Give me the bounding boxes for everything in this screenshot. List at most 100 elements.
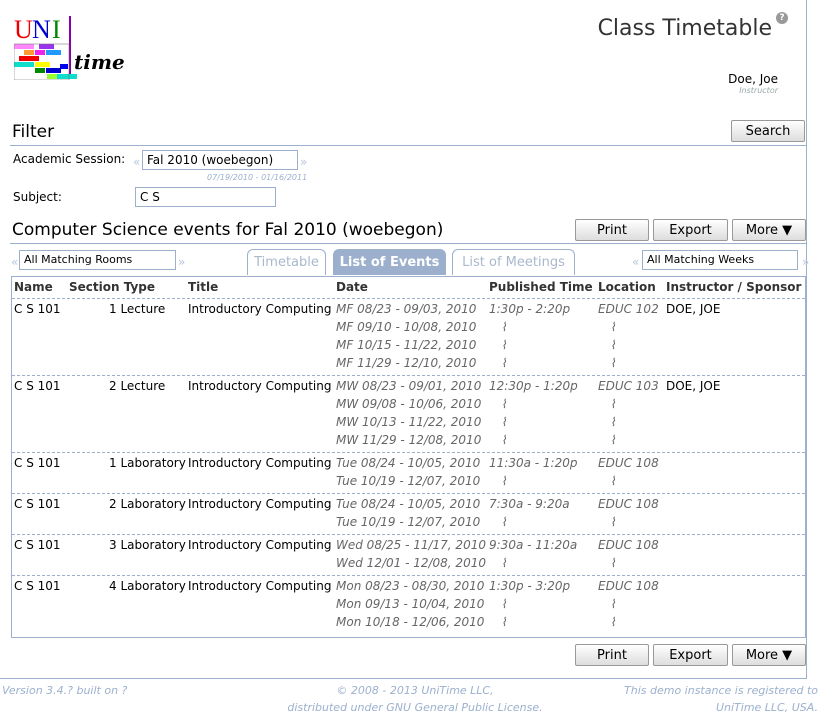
row-name: C S 101 [14,579,61,593]
next-session-icon[interactable]: » [300,155,307,169]
row-date: MF 09/10 - 10/08, 2010 [336,320,477,334]
same-time-icon: ⌇ [501,338,507,352]
row-name: C S 101 [14,497,61,511]
export-button[interactable]: Export [653,219,728,241]
events-table: Name Section Type Title Date Published Time L… [11,276,806,638]
row-title: Introductory Computing [188,456,332,470]
row-instructor: DOE, JOE [666,379,721,393]
session-field[interactable]: Fal 2010 (woebegon) [142,150,298,170]
prev-session-icon[interactable]: « [133,155,140,169]
copyright-line-1: © 2008 - 2013 UniTime LLC, [336,684,494,697]
column-header-section-type: Section Type [69,280,156,294]
row-title: Introductory Computing [188,538,332,552]
column-header-date: Date [336,280,368,294]
row-date: Tue 10/19 - 12/07, 2010 [336,515,481,529]
session-dates: 07/19/2010 - 01/16/2011 [207,173,308,182]
row-location: EDUC 108 [598,497,659,511]
row-date: Mon 09/13 - 10/04, 2010 [336,597,485,611]
row-section-type: 3 Laboratory [109,538,186,552]
tab-timetable[interactable]: Timetable [247,249,326,275]
row-instructor: DOE, JOE [666,302,721,316]
next-room-icon[interactable]: » [178,255,185,269]
row-section-type: 1 Laboratory [109,456,186,470]
page-title: Class Timetable [597,16,772,41]
same-time-icon: ⌇ [501,320,507,334]
row-date: Tue 08/24 - 10/05, 2010 [336,456,481,470]
svg-text:N: N [32,15,51,44]
subject-label: Subject: [13,190,62,204]
row-title: Introductory Computing [188,497,332,511]
row-date: MF 10/15 - 11/22, 2010 [336,338,477,352]
row-location: EDUC 108 [598,538,659,552]
row-name: C S 101 [14,538,61,552]
prev-week-icon[interactable]: « [632,255,639,269]
same-location-icon: ⌇ [610,597,616,611]
row-title: Introductory Computing [188,379,332,393]
column-header-location: Location [598,280,656,294]
print-button-bottom[interactable]: Print [575,644,649,666]
row-date: MW 10/13 - 11/22, 2010 [336,415,482,429]
same-location-icon: ⌇ [610,320,616,334]
more-button-bottom[interactable]: More ▼ [732,644,806,666]
row-date: Wed 08/25 - 11/17, 2010 [336,538,486,552]
row-section-type: 2 Laboratory [109,497,186,511]
unitime-logo: U N I time [14,15,124,80]
weeks-filter[interactable]: All Matching Weeks [642,250,798,270]
user-role: Instructor [739,86,778,95]
row-name: C S 101 [14,456,61,470]
same-time-icon: ⌇ [501,515,507,529]
prev-room-icon[interactable]: « [11,255,18,269]
same-time-icon: ⌇ [501,597,507,611]
filter-divider [10,145,806,146]
rooms-filter[interactable]: All Matching Rooms [19,250,176,270]
row-section-type: 1 Lecture [109,302,166,316]
row-published-time: 1:30p - 2:20p [489,302,571,316]
row-divider [12,452,805,453]
same-time-icon: ⌇ [501,433,507,447]
print-button[interactable]: Print [575,219,649,241]
same-location-icon: ⌇ [610,615,616,629]
tab-list-of-events[interactable]: List of Events [333,249,446,275]
more-button[interactable]: More ▼ [732,219,806,241]
session-label: Academic Session: [13,152,126,166]
same-time-icon: ⌇ [501,474,507,488]
registration: This demo instance is registered to UniT… [624,682,818,716]
row-divider [12,575,805,576]
subject-field[interactable]: C S [135,187,276,207]
column-header-title: Title [188,280,219,294]
row-published-time: 12:30p - 1:20p [489,379,578,393]
version-text: Version 3.4.? built on ? [2,684,128,697]
same-location-icon: ⌇ [610,515,616,529]
row-divider [12,375,805,376]
tab-list-of-meetings[interactable]: List of Meetings [452,249,575,275]
row-published-time: 1:30p - 3:20p [489,579,571,593]
same-location-icon: ⌇ [610,356,616,370]
next-week-icon[interactable]: » [802,255,809,269]
same-time-icon: ⌇ [501,415,507,429]
same-time-icon: ⌇ [501,615,507,629]
same-time-icon: ⌇ [501,397,507,411]
row-location: EDUC 103 [598,379,659,393]
row-published-time: 11:30a - 1:20p [489,456,578,470]
row-published-time: 9:30a - 11:20a [489,538,578,552]
row-date: Tue 10/19 - 12/07, 2010 [336,474,481,488]
column-header-instructor: Instructor / Sponsor [666,280,802,294]
user-info: Doe, Joe Instructor [728,72,778,95]
search-button[interactable]: Search [731,120,805,142]
row-location: EDUC 102 [598,302,659,316]
same-location-icon: ⌇ [610,397,616,411]
help-icon[interactable]: ? [776,12,788,24]
row-name: C S 101 [14,379,61,393]
registration-line-1: This demo instance is registered to [624,684,818,697]
row-date: MF 08/23 - 09/03, 2010 [336,302,477,316]
row-published-time: 7:30a - 9:20a [489,497,570,511]
copyright: © 2008 - 2013 UniTime LLC, distributed u… [250,682,580,716]
column-header-published-time: Published Time [489,280,593,294]
results-heading: Computer Science events for Fal 2010 (wo… [12,220,444,240]
row-date: Mon 10/18 - 12/06, 2010 [336,615,485,629]
row-title: Introductory Computing [188,302,332,316]
row-location: EDUC 108 [598,456,659,470]
same-location-icon: ⌇ [610,415,616,429]
export-button-bottom[interactable]: Export [653,644,728,666]
svg-text:U: U [14,15,33,44]
